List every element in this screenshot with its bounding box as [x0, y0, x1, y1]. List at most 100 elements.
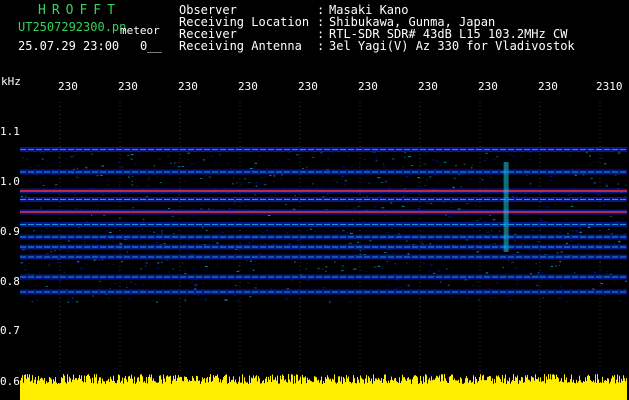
- amplitude-bar: [171, 383, 172, 400]
- amplitude-bar: [418, 383, 419, 400]
- amplitude-bar: [113, 375, 114, 400]
- amplitude-bar: [524, 382, 525, 400]
- noise-speck: [161, 231, 163, 233]
- amplitude-bar: [447, 382, 448, 400]
- noise-speck: [391, 161, 394, 163]
- noise-speck: [541, 272, 544, 273]
- noise-speck: [614, 174, 617, 176]
- amplitude-bar: [467, 378, 468, 400]
- amplitude-bar: [315, 376, 316, 400]
- noise-speck: [53, 160, 56, 162]
- noise-speck: [205, 266, 208, 267]
- amplitude-bar: [112, 380, 113, 400]
- noise-speck: [200, 208, 203, 210]
- file-name: UT2507292300.pn: [18, 20, 127, 34]
- noise-speck: [215, 186, 218, 188]
- noise-speck: [216, 242, 219, 244]
- amplitude-bar: [494, 379, 495, 400]
- amplitude-bar: [518, 383, 519, 400]
- noise-speck: [361, 270, 363, 272]
- noise-speck: [603, 294, 606, 296]
- amplitude-bar: [268, 376, 269, 400]
- noise-speck: [382, 166, 386, 168]
- noise-speck: [311, 157, 315, 158]
- noise-speck: [345, 205, 348, 207]
- amplitude-bar: [205, 382, 206, 400]
- noise-speck: [528, 186, 531, 187]
- amplitude-bar: [575, 383, 576, 400]
- noise-speck: [236, 300, 240, 302]
- amplitude-bar: [149, 374, 150, 400]
- noise-speck: [527, 262, 530, 264]
- amplitude-bar: [274, 379, 275, 400]
- noise-speck: [431, 165, 433, 167]
- noise-speck: [254, 283, 258, 285]
- noise-speck: [580, 284, 583, 286]
- noise-speck: [508, 154, 511, 156]
- amplitude-bar: [587, 375, 588, 400]
- noise-speck: [573, 187, 575, 189]
- noise-speck: [353, 269, 355, 270]
- noise-speck: [556, 220, 559, 221]
- amplitude-bar: [534, 380, 535, 400]
- noise-speck: [606, 272, 608, 274]
- amplitude-bar: [426, 375, 427, 400]
- amplitude-bar: [562, 381, 563, 400]
- amplitude-bar: [313, 381, 314, 400]
- amplitude-bar: [625, 381, 626, 400]
- noise-speck: [85, 166, 88, 168]
- noise-speck: [194, 162, 197, 164]
- amplitude-bar: [395, 377, 396, 400]
- noise-speck: [159, 215, 161, 217]
- amplitude-bar: [525, 375, 526, 400]
- noise-speck: [539, 228, 542, 230]
- noise-speck: [384, 215, 387, 217]
- noise-speck: [496, 282, 499, 284]
- amplitude-bar: [555, 379, 556, 400]
- x-tick-label: 230: [118, 80, 138, 93]
- amplitude-bar: [119, 375, 120, 400]
- noise-speck: [335, 161, 337, 163]
- amplitude-bar: [422, 383, 423, 400]
- noise-speck: [205, 262, 207, 264]
- noise-speck: [618, 243, 620, 245]
- amplitude-bar: [277, 375, 278, 400]
- amplitude-bar: [557, 376, 558, 400]
- amplitude-bar: [539, 381, 540, 400]
- amplitude-bar: [81, 375, 82, 400]
- spectrogram-svg: [20, 102, 627, 372]
- noise-speck: [342, 166, 346, 168]
- noise-speck: [190, 164, 193, 166]
- noise-speck: [433, 273, 436, 274]
- amplitude-bar: [92, 377, 93, 400]
- amplitude-bar: [162, 383, 163, 400]
- amplitude-bar: [333, 379, 334, 400]
- noise-speck: [470, 262, 473, 264]
- amplitude-bar: [502, 375, 503, 400]
- noise-speck: [568, 194, 571, 196]
- noise-speck: [562, 205, 564, 207]
- noise-speck: [130, 158, 133, 160]
- amplitude-bar: [181, 377, 182, 400]
- noise-speck: [447, 284, 450, 286]
- noise-speck: [394, 265, 396, 266]
- amplitude-bar: [240, 382, 241, 400]
- noise-speck: [450, 296, 453, 298]
- amplitude-bar: [503, 383, 504, 400]
- amplitude-bar: [616, 379, 617, 400]
- amplitude-bar: [194, 380, 195, 400]
- amplitude-bar: [303, 377, 304, 400]
- amplitude-bar: [377, 379, 378, 400]
- amplitude-bar: [56, 382, 57, 400]
- amplitude-bar: [371, 378, 372, 400]
- amplitude-bar: [610, 381, 611, 400]
- amplitude-bar: [349, 381, 350, 400]
- amplitude-bar: [163, 374, 164, 400]
- amplitude-bar: [410, 379, 411, 400]
- noise-speck: [586, 268, 588, 270]
- amplitude-bar: [275, 377, 276, 400]
- noise-speck: [516, 251, 519, 253]
- amplitude-bar: [547, 379, 548, 400]
- noise-speck: [54, 186, 57, 188]
- noise-speck: [574, 272, 576, 274]
